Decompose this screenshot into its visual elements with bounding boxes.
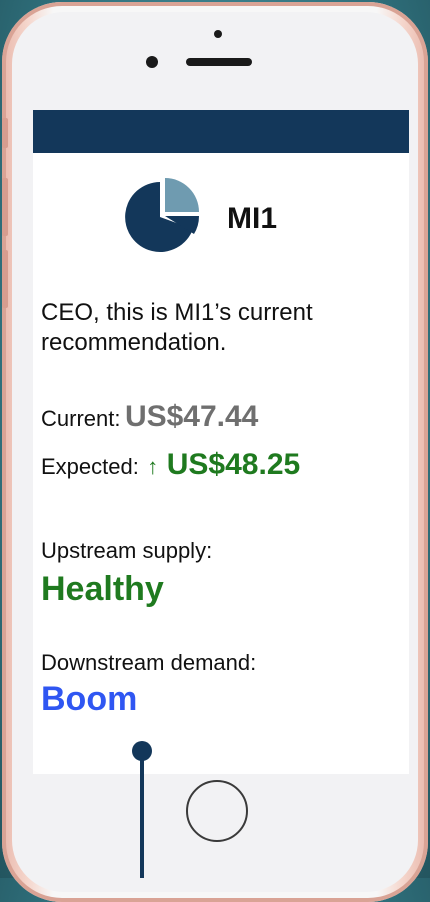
speaker-grille xyxy=(186,58,252,66)
current-price-row: Current: US$47.44 xyxy=(41,400,258,434)
pointer-line xyxy=(140,756,144,878)
app-title: MI1 xyxy=(227,202,278,235)
sensor-icon xyxy=(146,56,158,68)
downstream-demand-status: Boom xyxy=(41,680,138,718)
current-price-label: Current: xyxy=(41,406,121,431)
upstream-supply-label: Upstream supply: xyxy=(41,538,213,563)
pie-chart-icon xyxy=(125,178,200,252)
volume-up-button xyxy=(2,178,8,236)
downstream-demand-label: Downstream demand: xyxy=(41,650,257,675)
recommendation-message: CEO, this is MI1’s current recommendatio… xyxy=(41,299,313,356)
expected-price-label: Expected: xyxy=(41,454,139,479)
volume-down-button xyxy=(2,250,8,308)
home-button[interactable] xyxy=(186,780,248,842)
top-bar xyxy=(33,110,409,153)
pointer-dot xyxy=(132,741,152,761)
camera-icon xyxy=(214,30,222,38)
arrow-up-icon: ↑ xyxy=(147,454,159,479)
phone-screen: MI1 CEO, this is MI1’s current recommend… xyxy=(33,110,409,774)
mute-switch xyxy=(2,118,8,148)
upstream-supply-status: Healthy xyxy=(41,570,164,608)
expected-price-value: US$48.25 xyxy=(166,448,301,481)
expected-price-row: Expected: ↑ US$48.25 xyxy=(41,448,300,482)
current-price-value: US$47.44 xyxy=(124,400,259,433)
